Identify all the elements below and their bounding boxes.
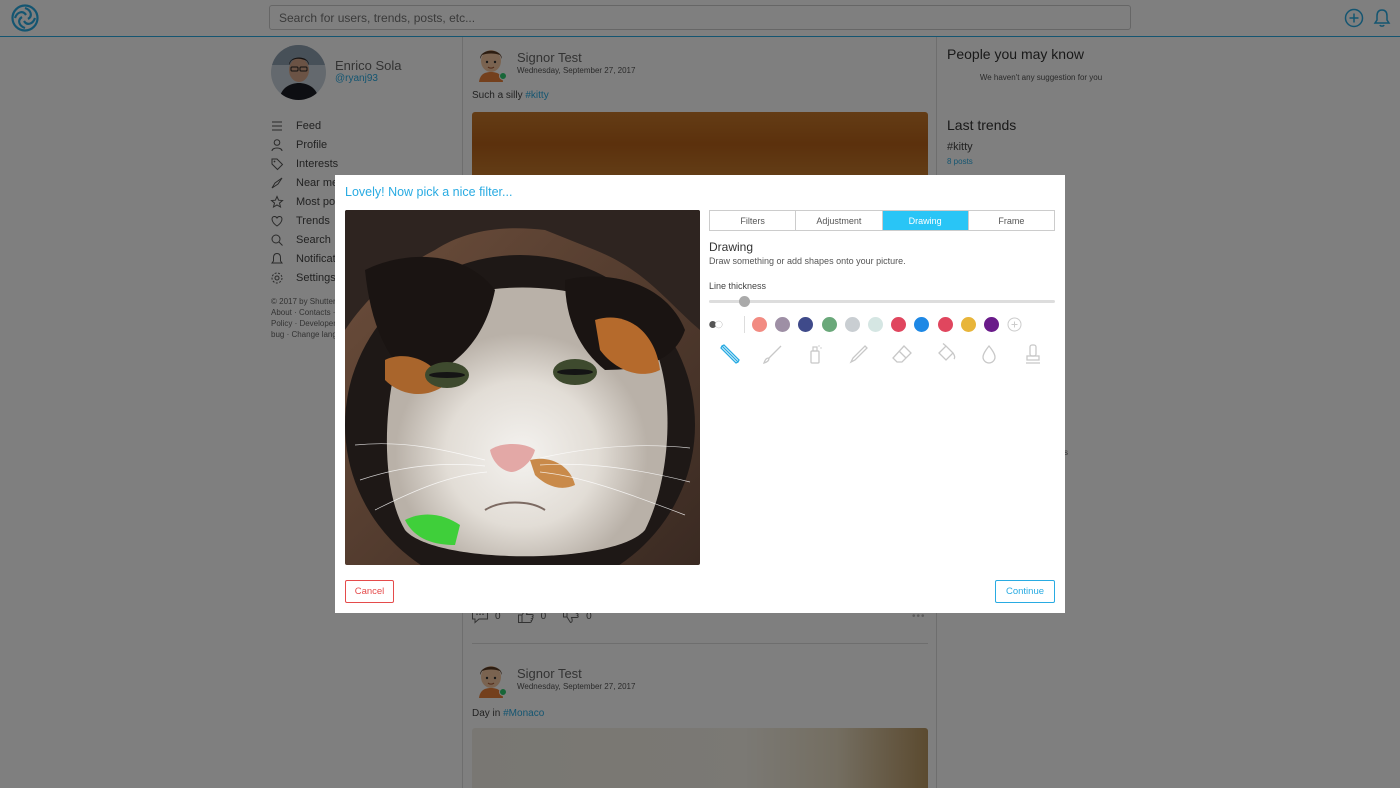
thickness-label: Line thickness bbox=[709, 281, 767, 291]
thickness-slider[interactable] bbox=[709, 296, 1055, 307]
pencil-icon[interactable] bbox=[719, 343, 741, 365]
color-swatch[interactable] bbox=[984, 317, 999, 332]
tab-drawing[interactable]: Drawing bbox=[882, 211, 969, 230]
photo-preview[interactable] bbox=[345, 210, 700, 565]
color-swatch[interactable] bbox=[775, 317, 791, 332]
panel-title: Drawing bbox=[709, 240, 754, 254]
color-swatch[interactable] bbox=[752, 317, 767, 332]
continue-button[interactable]: Continue bbox=[995, 580, 1055, 603]
color-swatch[interactable] bbox=[891, 317, 907, 332]
panel-description: Draw something or add shapes onto your p… bbox=[709, 256, 906, 266]
color-swatch[interactable] bbox=[868, 317, 883, 332]
color-swatch[interactable] bbox=[960, 317, 976, 332]
filter-dialog: Lovely! Now pick a nice filter... Filter… bbox=[335, 175, 1065, 613]
color-swatch[interactable] bbox=[914, 317, 930, 332]
stamp-icon[interactable] bbox=[1022, 343, 1044, 365]
add-color-icon[interactable] bbox=[1007, 317, 1022, 332]
tab-adjustment[interactable]: Adjustment bbox=[796, 211, 883, 230]
eraser-icon[interactable] bbox=[891, 343, 913, 365]
tab-frame[interactable]: Frame bbox=[969, 211, 1054, 230]
color-toggle-icon[interactable] bbox=[709, 317, 724, 332]
dialog-title: Lovely! Now pick a nice filter... bbox=[345, 185, 513, 199]
color-swatch[interactable] bbox=[798, 317, 814, 332]
cancel-button[interactable]: Cancel bbox=[345, 580, 394, 603]
color-swatch[interactable] bbox=[937, 317, 953, 332]
brush-icon[interactable] bbox=[762, 343, 784, 365]
color-swatch[interactable] bbox=[844, 317, 860, 332]
color-swatch[interactable] bbox=[821, 317, 837, 332]
pen-icon[interactable] bbox=[848, 343, 870, 365]
slider-handle[interactable] bbox=[738, 296, 750, 307]
divider bbox=[744, 316, 745, 333]
drop-icon[interactable] bbox=[978, 343, 1000, 365]
paint-bucket-icon[interactable] bbox=[935, 343, 957, 365]
tab-filters[interactable]: Filters bbox=[710, 211, 797, 230]
editor-tabs: Filters Adjustment Drawing Frame bbox=[709, 210, 1055, 231]
spray-icon[interactable] bbox=[804, 343, 826, 365]
